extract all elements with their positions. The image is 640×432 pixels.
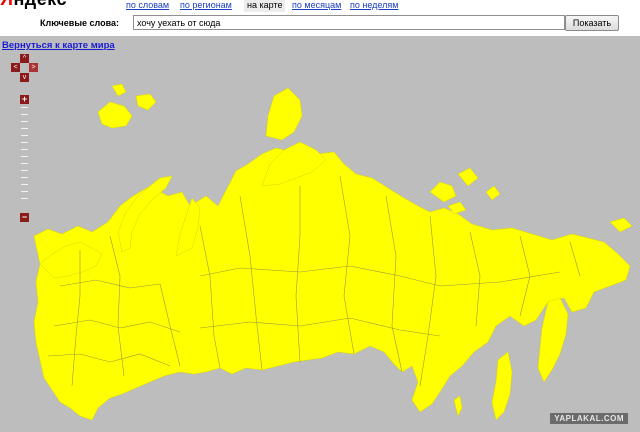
russia-mainland — [33, 145, 631, 421]
russia-regions — [33, 83, 633, 421]
keywords-input[interactable] — [133, 15, 565, 30]
kuril-islands — [453, 395, 463, 417]
franz-josef-land — [97, 101, 133, 129]
tab-by-weeks[interactable]: по неделям — [350, 0, 398, 10]
tab-by-months[interactable]: по месяцам — [292, 0, 341, 10]
yandex-logo[interactable]: Яндекс — [0, 0, 67, 10]
zoom-in-button[interactable]: + — [20, 95, 29, 104]
pan-right-icon[interactable]: > — [29, 63, 38, 72]
pan-down-icon[interactable]: v — [20, 73, 29, 82]
franz-josef-island-2 — [135, 93, 157, 111]
russia-map — [33, 83, 633, 421]
pan-left-icon[interactable]: < — [11, 63, 20, 72]
zoom-out-button[interactable]: − — [20, 213, 29, 222]
show-button[interactable]: Показать — [565, 15, 619, 31]
new-siberian-islands-3 — [485, 185, 501, 201]
franz-josef-island-3 — [111, 83, 127, 97]
map-area[interactable]: Вернуться к карте мира ^ < > v + − YAPLA… — [0, 36, 640, 432]
sakhalin — [491, 351, 513, 421]
tab-by-regions[interactable]: по регионам — [180, 0, 232, 10]
back-to-world-map-link[interactable]: Вернуться к карте мира — [2, 40, 115, 51]
zoom-slider[interactable] — [21, 107, 28, 210]
tab-by-words[interactable]: по словам — [126, 0, 169, 10]
top-bar: Яндекс по словам по регионам на карте по… — [0, 0, 640, 36]
severnaya-zemlya — [265, 87, 303, 141]
logo-letter: Я — [0, 0, 13, 9]
new-siberian-islands-2 — [457, 167, 479, 187]
watermark: YAPLAKAL.COM — [550, 413, 628, 424]
logo-rest: ндекс — [13, 0, 67, 9]
pan-up-icon[interactable]: ^ — [20, 54, 29, 63]
new-siberian-islands — [429, 181, 457, 203]
tab-on-map[interactable]: на карте — [244, 0, 286, 12]
wrangel-island — [609, 217, 633, 233]
keywords-label: Ключевые слова: — [40, 18, 120, 28]
